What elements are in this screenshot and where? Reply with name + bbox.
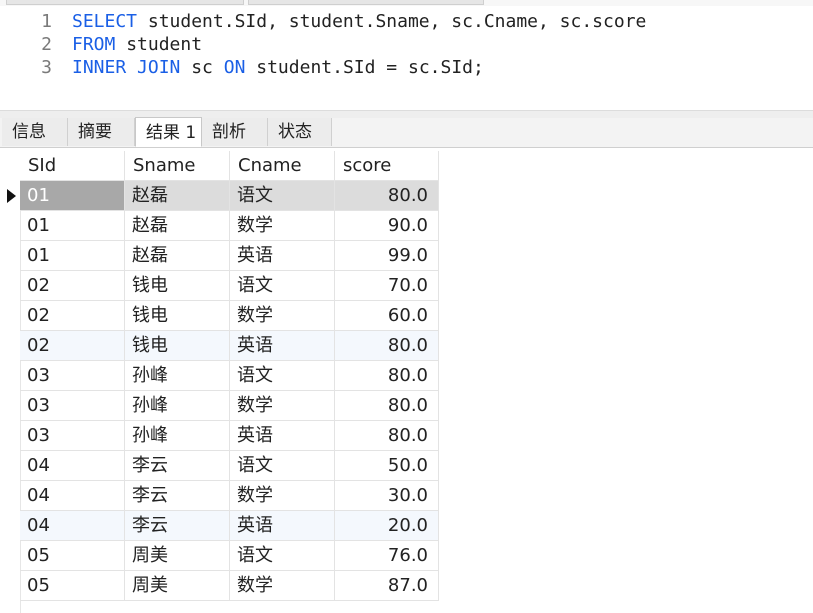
line-number: 2 [41, 34, 52, 55]
code-text[interactable]: FROM student [72, 33, 202, 56]
table-cell[interactable]: 05 [20, 541, 125, 571]
table-cell[interactable]: 赵磊 [125, 241, 230, 271]
column-header[interactable]: score [335, 151, 439, 181]
table-cell[interactable]: 数学 [230, 481, 335, 511]
table-cell[interactable]: 80.0 [335, 391, 439, 421]
table-cell[interactable]: 87.0 [335, 571, 439, 601]
table-cell[interactable]: 03 [20, 391, 125, 421]
table-cell[interactable]: 02 [20, 271, 125, 301]
table-row[interactable]: 02 钱电 语文 70.0 [20, 271, 439, 301]
sql-text: student.SId, student.Sname, sc.Cname, sc… [137, 11, 647, 32]
result-tab[interactable]: 摘要 [68, 118, 135, 146]
table-row[interactable]: 02 钱电 数学 60.0 [20, 301, 439, 331]
table-cell[interactable]: 数学 [230, 211, 335, 241]
result-tab[interactable]: 剖析 [202, 118, 268, 146]
table-cell[interactable]: 03 [20, 421, 125, 451]
table-cell[interactable]: 99.0 [335, 241, 439, 271]
table-cell[interactable]: 赵磊 [125, 211, 230, 241]
sql-text: student.SId = sc.SId; [245, 57, 484, 78]
table-cell[interactable]: 03 [20, 361, 125, 391]
table-row[interactable]: 04 李云 英语 20.0 [20, 511, 439, 541]
table-cell[interactable]: 数学 [230, 391, 335, 421]
table-row[interactable]: 05 周美 语文 76.0 [20, 541, 439, 571]
table-cell[interactable]: 01 [20, 241, 125, 271]
table-cell[interactable]: 钱电 [125, 301, 230, 331]
table-cell[interactable]: 李云 [125, 481, 230, 511]
table-cell[interactable]: 周美 [125, 541, 230, 571]
table-cell[interactable]: 英语 [230, 241, 335, 271]
row-indicator-column [0, 151, 21, 613]
table-cell[interactable]: 语文 [230, 451, 335, 481]
result-tab[interactable]: 信息 [2, 118, 68, 146]
column-header[interactable]: Cname [230, 151, 335, 181]
table-cell[interactable]: 02 [20, 331, 125, 361]
table-cell[interactable]: 孙峰 [125, 391, 230, 421]
table-row[interactable]: 04 李云 数学 30.0 [20, 481, 439, 511]
table-cell[interactable]: 04 [20, 481, 125, 511]
table-cell[interactable]: 76.0 [335, 541, 439, 571]
table-row[interactable]: 01 赵磊 数学 90.0 [20, 211, 439, 241]
sql-keyword: INNER JOIN [72, 57, 181, 78]
query-tab-1[interactable] [6, 0, 244, 5]
column-header[interactable]: Sname [125, 151, 230, 181]
table-row[interactable]: 04 李云 语文 50.0 [20, 451, 439, 481]
table-row[interactable]: 01 赵磊 语文 80.0 [20, 181, 439, 211]
table-cell[interactable]: 孙峰 [125, 421, 230, 451]
column-header[interactable]: SId [20, 151, 125, 181]
table-cell[interactable]: 04 [20, 451, 125, 481]
table-row[interactable]: 03 孙峰 数学 80.0 [20, 391, 439, 421]
sql-keyword: SELECT [72, 11, 138, 32]
table-cell[interactable]: 80.0 [335, 331, 439, 361]
sql-keyword: FROM [72, 34, 116, 55]
sql-keyword: ON [223, 57, 246, 78]
table-cell[interactable]: 英语 [230, 421, 335, 451]
sql-text: sc [180, 57, 224, 78]
table-cell[interactable]: 李云 [125, 511, 230, 541]
result-tab[interactable]: 结果 1 [135, 117, 202, 147]
table-cell[interactable]: 60.0 [335, 301, 439, 331]
table-cell[interactable]: 李云 [125, 451, 230, 481]
table-cell[interactable]: 英语 [230, 331, 335, 361]
table-cell[interactable]: 钱电 [125, 331, 230, 361]
table-row[interactable]: 02 钱电 英语 80.0 [20, 331, 439, 361]
table-cell[interactable]: 周美 [125, 571, 230, 601]
table-cell[interactable]: 20.0 [335, 511, 439, 541]
table-cell[interactable]: 05 [20, 571, 125, 601]
table-cell[interactable]: 80.0 [335, 181, 439, 211]
table-row[interactable]: 03 孙峰 英语 80.0 [20, 421, 439, 451]
table-cell[interactable]: 90.0 [335, 211, 439, 241]
sql-text: student [115, 34, 203, 55]
table-cell[interactable]: 50.0 [335, 451, 439, 481]
table-cell[interactable]: 语文 [230, 271, 335, 301]
table-cell[interactable]: 数学 [230, 301, 335, 331]
table-cell[interactable]: 02 [20, 301, 125, 331]
result-tabbar: 信息 摘要 结果 1 剖析 状态 [0, 117, 813, 148]
table-row[interactable]: 03 孙峰 语文 80.0 [20, 361, 439, 391]
table-cell[interactable]: 04 [20, 511, 125, 541]
code-text[interactable]: INNER JOIN sc ON student.SId = sc.SId; [72, 56, 484, 79]
query-tab-2[interactable] [248, 0, 484, 5]
table-cell[interactable]: 语文 [230, 541, 335, 571]
table-cell[interactable]: 80.0 [335, 361, 439, 391]
table-cell[interactable]: 孙峰 [125, 361, 230, 391]
table-cell[interactable]: 70.0 [335, 271, 439, 301]
sql-editor[interactable]: 1 SELECT student.SId, student.Sname, sc.C… [0, 6, 813, 110]
table-cell[interactable]: 英语 [230, 511, 335, 541]
table-cell[interactable]: 语文 [230, 361, 335, 391]
table-cell[interactable]: 80.0 [335, 421, 439, 451]
line-number: 1 [41, 11, 52, 32]
table-cell[interactable]: 赵磊 [125, 181, 230, 211]
table-cell[interactable]: 数学 [230, 571, 335, 601]
table-row[interactable]: 05 周美 数学 87.0 [20, 571, 439, 601]
code-text[interactable]: SELECT student.SId, student.Sname, sc.Cn… [72, 10, 646, 33]
table-cell[interactable]: 语文 [230, 181, 335, 211]
table-cell[interactable]: 01 [20, 211, 125, 241]
table-cell[interactable]: 01 [20, 181, 125, 211]
table-row[interactable]: 01 赵磊 英语 99.0 [20, 241, 439, 271]
result-tab[interactable]: 状态 [268, 118, 332, 146]
line-number: 3 [41, 57, 52, 78]
table-cell[interactable]: 30.0 [335, 481, 439, 511]
table-cell[interactable]: 钱电 [125, 271, 230, 301]
current-row-arrow-icon [7, 189, 16, 203]
